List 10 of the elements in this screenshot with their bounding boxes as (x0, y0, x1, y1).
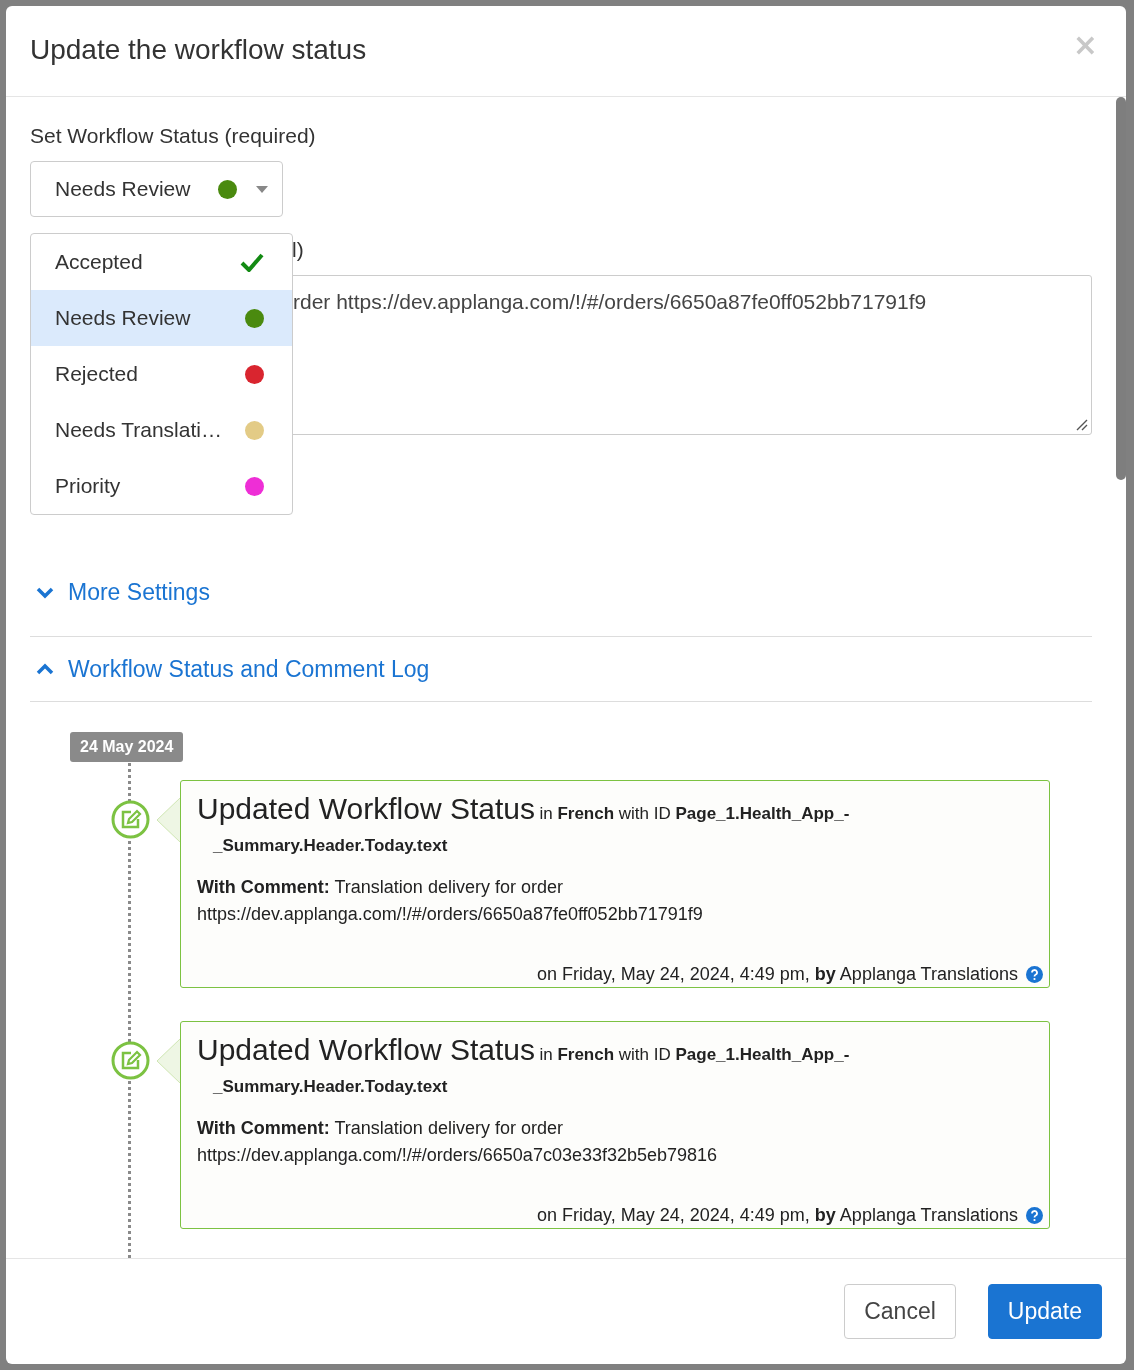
entry-comment: With Comment: Translation delivery for order https://dev.applanga.com/!/#/orders/6650a7c03e33f32b5eb79816 (197, 1117, 719, 1167)
entry-comment: With Comment: Translation delivery for order https://dev.applanga.com/!/#/orders/6650a87fe0ff052bb71791f9 (197, 876, 704, 926)
field-label: Set Workflow Status (required) (30, 123, 317, 149)
date-badge: 24 May 2024 (70, 732, 184, 762)
field-label: l) (292, 237, 304, 263)
entry-timestamp: on Friday, May 24, 2024, 4:49 pm, by Applanga Translations (537, 964, 1018, 985)
entry-heading: Updated Workflow Status in French with ID Page_1.Health_App_-_Summary.Header.Today.text (197, 793, 851, 857)
dialog-title: Update the workflow status (30, 34, 367, 66)
entry-heading: Updated Workflow Status in French with ID Page_1.Health_App_-_Summary.Header.Today.text (197, 1034, 851, 1098)
entry-timestamp: on Friday, May 24, 2024, 4:49 pm, by Applanga Translations (537, 1205, 1018, 1226)
